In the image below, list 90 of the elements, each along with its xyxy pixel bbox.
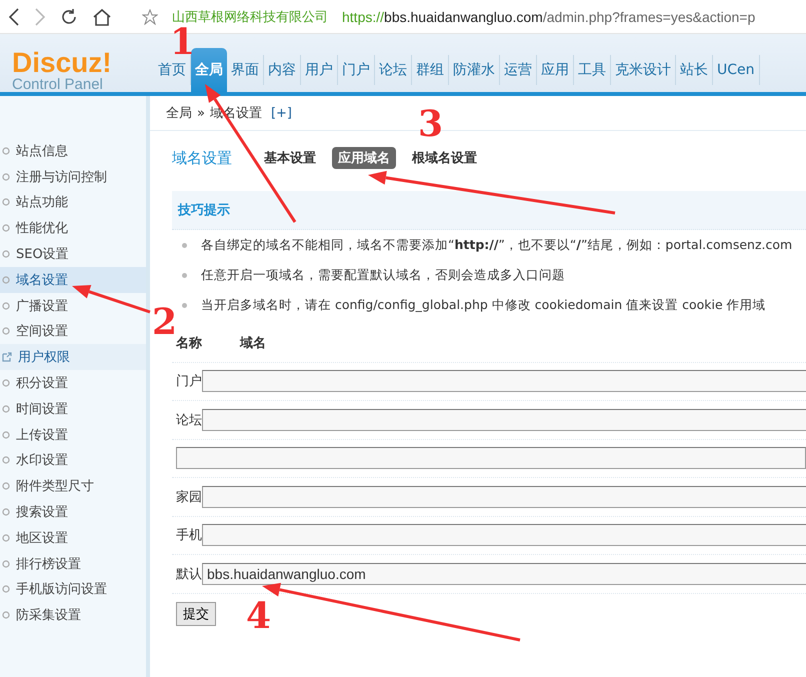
- sidebar-item[interactable]: SEO设置: [0, 241, 146, 267]
- back-icon[interactable]: [8, 8, 20, 26]
- nav-tab[interactable]: 克米设计: [611, 55, 676, 85]
- reload-icon[interactable]: [60, 8, 78, 26]
- domain-field[interactable]: bbs.huaidanwangluo.com: [202, 562, 806, 585]
- star-icon[interactable]: [142, 8, 158, 24]
- bullet-icon: [2, 172, 10, 181]
- nav-tab[interactable]: 论坛: [375, 55, 412, 85]
- sidebar-item[interactable]: 搜索设置: [0, 499, 146, 525]
- sidebar-item[interactable]: 附件类型尺寸: [0, 473, 146, 500]
- sidebar-item[interactable]: 性能优化: [0, 215, 146, 242]
- nav-tab[interactable]: 站长: [676, 55, 713, 85]
- nav-tab[interactable]: 界面: [227, 55, 264, 85]
- home-icon[interactable]: [92, 8, 112, 26]
- nav-tab[interactable]: 工具: [574, 55, 611, 85]
- settings-tab[interactable]: 基本设置: [258, 147, 322, 169]
- bullet-icon: [2, 198, 10, 206]
- domain-field[interactable]: [202, 524, 806, 546]
- nav-tab[interactable]: 门户: [338, 55, 375, 85]
- bullet-icon: [2, 611, 10, 620]
- row-label: 手机: [176, 528, 202, 544]
- bullet-icon: [2, 508, 10, 516]
- column-header: 名称: [176, 334, 203, 352]
- external-link-icon: [2, 352, 12, 362]
- bullet-icon: [2, 146, 10, 155]
- nav-tab[interactable]: 内容: [264, 55, 301, 85]
- bullet-icon: [2, 302, 10, 310]
- sidebar-item[interactable]: 域名设置: [0, 266, 146, 293]
- annotation-number: 3: [418, 106, 444, 142]
- sidebar-item[interactable]: 手机版访问设置: [0, 576, 146, 602]
- bullet-icon: [2, 276, 10, 284]
- tip-text: 任意开启一项域名，需要配置默认域名，否则会造成多入口问题: [201, 266, 565, 284]
- tips-title: 技巧提示: [178, 202, 230, 219]
- bullet-icon: [2, 534, 10, 542]
- domain-field[interactable]: [202, 486, 806, 508]
- settings-tab[interactable]: 应用域名: [332, 147, 396, 169]
- site-name: 山西草根网络科技有限公司: [172, 8, 328, 26]
- nav-tab[interactable]: 防灌水: [449, 55, 500, 85]
- row-label: 门户: [176, 374, 202, 390]
- bullet-icon: [182, 272, 187, 278]
- bullet-icon: [2, 482, 10, 490]
- bullet-icon: [182, 302, 187, 308]
- annotation-number: 4: [246, 598, 272, 634]
- sidebar-item[interactable]: 广播设置: [0, 292, 146, 319]
- bullet-icon: [2, 379, 10, 388]
- page-title: 域名设置: [172, 148, 232, 168]
- bullet-icon: [2, 327, 10, 336]
- tip-text: 各自绑定的域名不能相同，域名不需要添加“http://”，也不要以“/”结尾，例如：portal.comsenz.com: [201, 236, 792, 254]
- nav-tab[interactable]: 用户: [301, 55, 338, 85]
- breadcrumb-separator: »: [197, 106, 205, 120]
- sidebar-item[interactable]: 防采集设置: [0, 602, 146, 628]
- address-bar[interactable]: https://bbs.huaidanwangluo.com/admin.php?frames=yes&action=p: [342, 8, 756, 24]
- bullet-icon: [2, 404, 10, 413]
- sidebar-item[interactable]: 用户权限: [0, 344, 146, 370]
- sidebar-item[interactable]: 注册与访问控制: [0, 164, 146, 190]
- nav-tab[interactable]: 运营: [500, 55, 537, 85]
- sidebar-item[interactable]: 站点功能: [0, 190, 146, 216]
- bullet-icon: [2, 430, 10, 439]
- add-shortcut-link[interactable]: [+]: [270, 106, 292, 120]
- sidebar-item[interactable]: 地区设置: [0, 524, 146, 551]
- row-label: 论坛: [176, 412, 202, 428]
- domain-field[interactable]: [202, 408, 806, 431]
- sidebar-item[interactable]: 积分设置: [0, 370, 146, 396]
- logo-title: Discuz!: [12, 50, 113, 76]
- bullet-icon: [2, 560, 10, 568]
- annotation-number: 2: [152, 304, 178, 340]
- row-label: 默认: [176, 566, 202, 582]
- sidebar-item[interactable]: 排行榜设置: [0, 550, 146, 577]
- logo-subtitle: Control Panel: [12, 76, 104, 93]
- submit-button[interactable]: 提交: [176, 602, 216, 626]
- nav-tab[interactable]: UCen: [713, 55, 760, 85]
- tip-text: 当开启多域名时，请在 config/config_global.php 中修改 cookiedomain 值来设置 cookie 作用域: [201, 296, 766, 314]
- column-header: 域名: [240, 334, 267, 352]
- sidebar-item[interactable]: 水印设置: [0, 448, 146, 474]
- sidebar-item[interactable]: 空间设置: [0, 318, 146, 344]
- settings-tab[interactable]: 根域名设置: [406, 147, 483, 169]
- row-label: 家园: [176, 490, 202, 505]
- domain-field[interactable]: [202, 370, 806, 392]
- sidebar-item[interactable]: 站点信息: [0, 138, 146, 164]
- breadcrumb-parent: 全局: [166, 105, 192, 122]
- bullet-icon: [182, 242, 187, 248]
- bullet-icon: [2, 224, 10, 232]
- bullet-icon: [2, 456, 10, 464]
- bullet-icon: [2, 585, 10, 594]
- bullet-icon: [2, 250, 10, 258]
- sidebar-item[interactable]: 上传设置: [0, 422, 146, 448]
- domain-field[interactable]: [176, 447, 806, 470]
- nav-tab[interactable]: 群组: [412, 55, 449, 85]
- sidebar-item[interactable]: 时间设置: [0, 396, 146, 422]
- nav-tab[interactable]: 应用: [537, 55, 574, 85]
